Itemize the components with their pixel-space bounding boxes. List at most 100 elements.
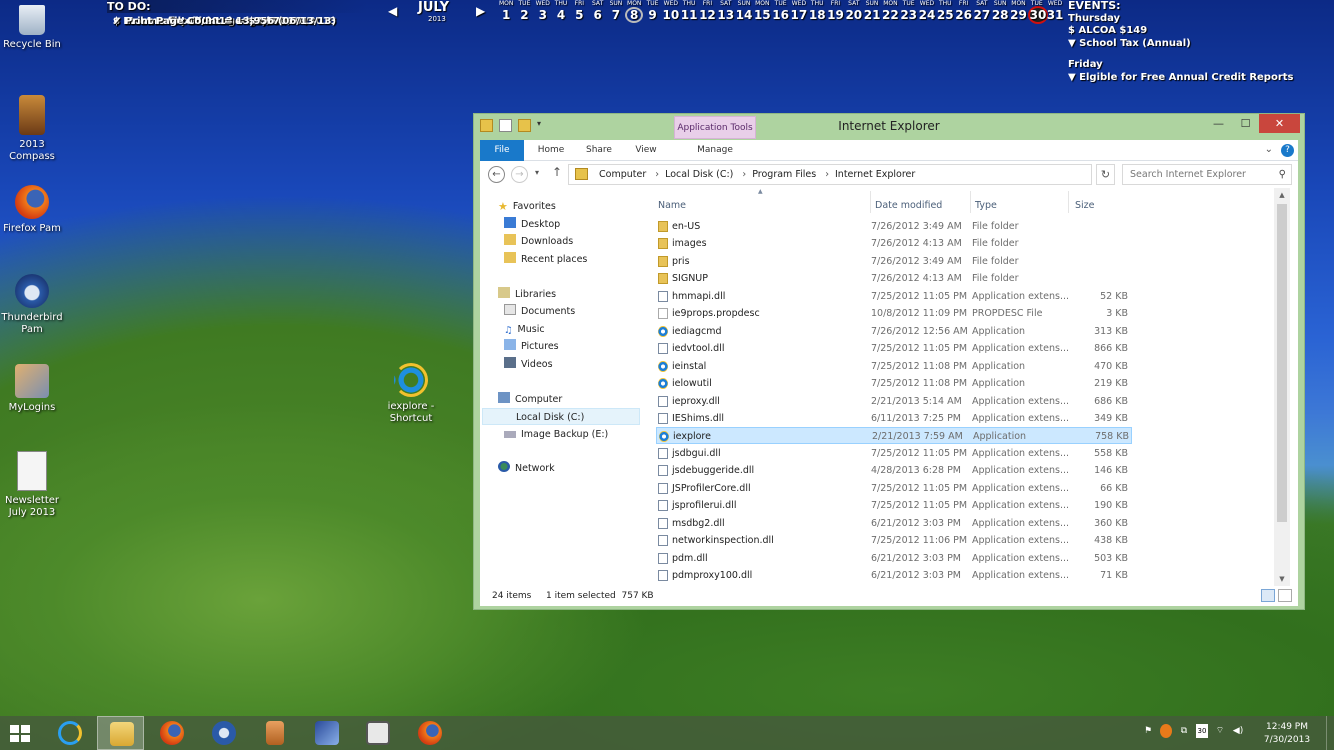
close-button[interactable]: ✕ bbox=[1259, 114, 1300, 133]
file-row[interactable]: pdm.dll 6/21/2012 3:03 PM Application exte… bbox=[656, 550, 1132, 567]
calendar-day[interactable]: THU 4 bbox=[552, 0, 570, 24]
column-header-type[interactable]: Type bbox=[975, 200, 997, 216]
network-icon[interactable]: ⧉ bbox=[1178, 724, 1190, 738]
calendar-day[interactable]: FRI 26 bbox=[954, 0, 972, 24]
vertical-scrollbar[interactable]: ▲ ▼ bbox=[1274, 188, 1290, 586]
taskbar-video-app[interactable] bbox=[354, 716, 401, 750]
file-row[interactable]: SIGNUP 7/26/2012 4:13 AM File folder bbox=[656, 270, 1132, 287]
avast-icon[interactable] bbox=[1160, 724, 1172, 738]
calendar-day[interactable]: THU 18 bbox=[808, 0, 826, 24]
calendar-day[interactable]: SAT 6 bbox=[588, 0, 606, 24]
back-button[interactable]: ← bbox=[488, 166, 505, 183]
file-row[interactable]: ielowutil 7/25/2012 11:08 PM Application 21… bbox=[656, 375, 1132, 392]
scroll-down-icon[interactable]: ▼ bbox=[1274, 575, 1290, 583]
tab-file[interactable]: File bbox=[480, 140, 524, 161]
column-header-date[interactable]: Date modified bbox=[875, 200, 942, 216]
file-row[interactable]: IEShims.dll 6/11/2013 7:25 PM Application … bbox=[656, 410, 1132, 427]
calendar-day[interactable]: THU 11 bbox=[680, 0, 698, 24]
desktop-icon-firefox[interactable]: Firefox Pam bbox=[1, 185, 63, 235]
file-row[interactable]: jsdebuggeride.dll 4/28/2013 6:28 PM Applic… bbox=[656, 462, 1132, 479]
nav-local-disk[interactable]: Local Disk (C:) bbox=[482, 408, 640, 425]
calendar-day[interactable]: WED 24 bbox=[918, 0, 936, 24]
start-button[interactable] bbox=[0, 716, 40, 750]
file-row[interactable]: JSProfilerCore.dll 7/25/2012 11:05 PM Appl… bbox=[656, 480, 1132, 497]
calendar-day[interactable]: MON 29 bbox=[1009, 0, 1027, 24]
show-desktop-button[interactable] bbox=[1326, 716, 1334, 750]
file-row[interactable]: ieproxy.dll 2/21/2013 5:14 AM Application … bbox=[656, 393, 1132, 410]
nav-computer[interactable]: Computer bbox=[498, 391, 562, 408]
breadcrumb-item[interactable]: Internet Explorer bbox=[835, 165, 921, 184]
next-month-arrow-icon[interactable]: ▶ bbox=[476, 4, 485, 18]
file-row[interactable]: iediagcmd 7/26/2012 12:56 AM Application 31… bbox=[656, 323, 1132, 340]
nav-music[interactable]: ♫ Music bbox=[504, 321, 545, 338]
taskbar-jar-app[interactable] bbox=[251, 716, 298, 750]
calendar-day[interactable]: WED 10 bbox=[662, 0, 680, 24]
volume-icon[interactable]: ◀) bbox=[1232, 724, 1244, 738]
nav-network[interactable]: Network bbox=[498, 460, 555, 477]
nav-pictures[interactable]: Pictures bbox=[504, 338, 559, 355]
file-row[interactable]: hmmapi.dll 7/25/2012 11:05 PM Application … bbox=[656, 288, 1132, 305]
file-row[interactable]: networkinspection.dll 7/25/2012 11:06 PM A… bbox=[656, 532, 1132, 549]
taskbar-file-explorer[interactable] bbox=[97, 716, 144, 750]
nav-videos[interactable]: Videos bbox=[504, 356, 553, 373]
file-row[interactable]: jsprofilerui.dll 7/25/2012 11:05 PM Applic… bbox=[656, 497, 1132, 514]
desktop-icon-newsletter[interactable]: Newsletter July 2013 bbox=[1, 451, 63, 519]
calendar-day[interactable]: WED 31 bbox=[1046, 0, 1064, 24]
calendar-day[interactable]: SAT 20 bbox=[845, 0, 863, 24]
taskbar-notepad-app[interactable] bbox=[303, 716, 350, 750]
large-icons-view-icon[interactable] bbox=[1278, 589, 1292, 602]
breadcrumb-item[interactable]: Local Disk (C:) bbox=[665, 165, 746, 184]
calendar-day[interactable]: MON 8 bbox=[625, 0, 644, 24]
file-row[interactable]: en-US 7/26/2012 3:49 AM File folder bbox=[656, 218, 1132, 235]
nav-documents[interactable]: Documents bbox=[504, 303, 575, 320]
file-row[interactable]: iexplore 2/21/2013 7:59 AM Application 758 … bbox=[656, 427, 1132, 445]
address-bar[interactable]: Computer Local Disk (C:) Program Files I… bbox=[568, 164, 1092, 185]
file-row[interactable]: pdmproxy100.dll 6/21/2012 3:03 PM Applicat… bbox=[656, 567, 1132, 584]
file-row[interactable]: ieinstal 7/25/2012 11:08 PM Application 470… bbox=[656, 358, 1132, 375]
calendar-tray-icon[interactable]: 30 bbox=[1196, 724, 1208, 738]
calendar-day[interactable]: THU 25 bbox=[936, 0, 954, 24]
nav-image-backup[interactable]: Image Backup (E:) bbox=[504, 426, 608, 443]
calendar-day[interactable]: MON 15 bbox=[753, 0, 771, 24]
desktop-icon-thunderbird[interactable]: Thunderbird Pam bbox=[1, 274, 63, 336]
calendar-day[interactable]: MON 1 bbox=[497, 0, 515, 24]
tab-view[interactable]: View bbox=[628, 140, 664, 161]
up-button[interactable]: ↑ bbox=[552, 165, 562, 179]
expand-ribbon-icon[interactable]: ⌄ bbox=[1265, 144, 1273, 157]
calendar-day[interactable]: SAT 27 bbox=[973, 0, 991, 24]
calendar-day[interactable]: SUN 14 bbox=[735, 0, 753, 24]
calendar-day[interactable]: TUE 16 bbox=[771, 0, 789, 24]
calendar-day[interactable]: SUN 28 bbox=[991, 0, 1009, 24]
calendar-day[interactable]: TUE 30 bbox=[1027, 0, 1048, 24]
scroll-up-icon[interactable]: ▲ bbox=[1274, 191, 1290, 199]
calendar-day[interactable]: FRI 19 bbox=[826, 0, 844, 24]
desktop-icon-iexplore-shortcut[interactable]: iexplore - Shortcut bbox=[380, 363, 442, 425]
title-bar[interactable]: ▾ Application Tools Internet Explorer — … bbox=[474, 114, 1304, 140]
desktop-icon-compass[interactable]: 2013 Compass bbox=[1, 95, 63, 163]
scrollbar-thumb[interactable] bbox=[1277, 204, 1287, 522]
event-item[interactable]: ▼ School Tax (Annual) bbox=[1068, 38, 1294, 51]
calendar-day[interactable]: MON 22 bbox=[881, 0, 899, 24]
forward-button[interactable]: → bbox=[511, 166, 528, 183]
column-header-size[interactable]: Size bbox=[1075, 200, 1095, 216]
nav-recent[interactable]: Recent places bbox=[504, 251, 587, 268]
desktop-icon-recycle-bin[interactable]: Recycle Bin bbox=[1, 5, 63, 51]
breadcrumb-item[interactable]: Computer bbox=[599, 165, 659, 184]
calendar-day[interactable]: SUN 21 bbox=[863, 0, 881, 24]
recent-locations-icon[interactable]: ▾ bbox=[535, 168, 539, 177]
event-item[interactable]: $ ALCOA $149 bbox=[1068, 25, 1294, 38]
tab-home[interactable]: Home bbox=[532, 140, 570, 161]
calendar-day[interactable]: SUN 7 bbox=[607, 0, 625, 24]
file-row[interactable]: jsdbgui.dll 7/25/2012 11:05 PM Application… bbox=[656, 445, 1132, 462]
taskbar-firefox-2[interactable] bbox=[406, 716, 453, 750]
clock[interactable]: 12:49 PM 7/30/2013 bbox=[1262, 721, 1312, 747]
file-row[interactable]: ie9props.propdesc 10/8/2012 11:09 PM PROPD… bbox=[656, 305, 1132, 322]
help-icon[interactable]: ? bbox=[1281, 144, 1294, 157]
calendar-day[interactable]: SAT 13 bbox=[717, 0, 735, 24]
calendar-day[interactable]: WED 17 bbox=[790, 0, 808, 24]
file-row[interactable]: pris 7/26/2012 3:49 AM File folder bbox=[656, 253, 1132, 270]
nav-downloads[interactable]: Downloads bbox=[504, 233, 573, 250]
event-item[interactable]: ▼ Elgible for Free Annual Credit Reports bbox=[1068, 72, 1294, 85]
breadcrumb-item[interactable]: Program Files bbox=[752, 165, 829, 184]
taskbar-internet-explorer[interactable] bbox=[46, 716, 93, 750]
